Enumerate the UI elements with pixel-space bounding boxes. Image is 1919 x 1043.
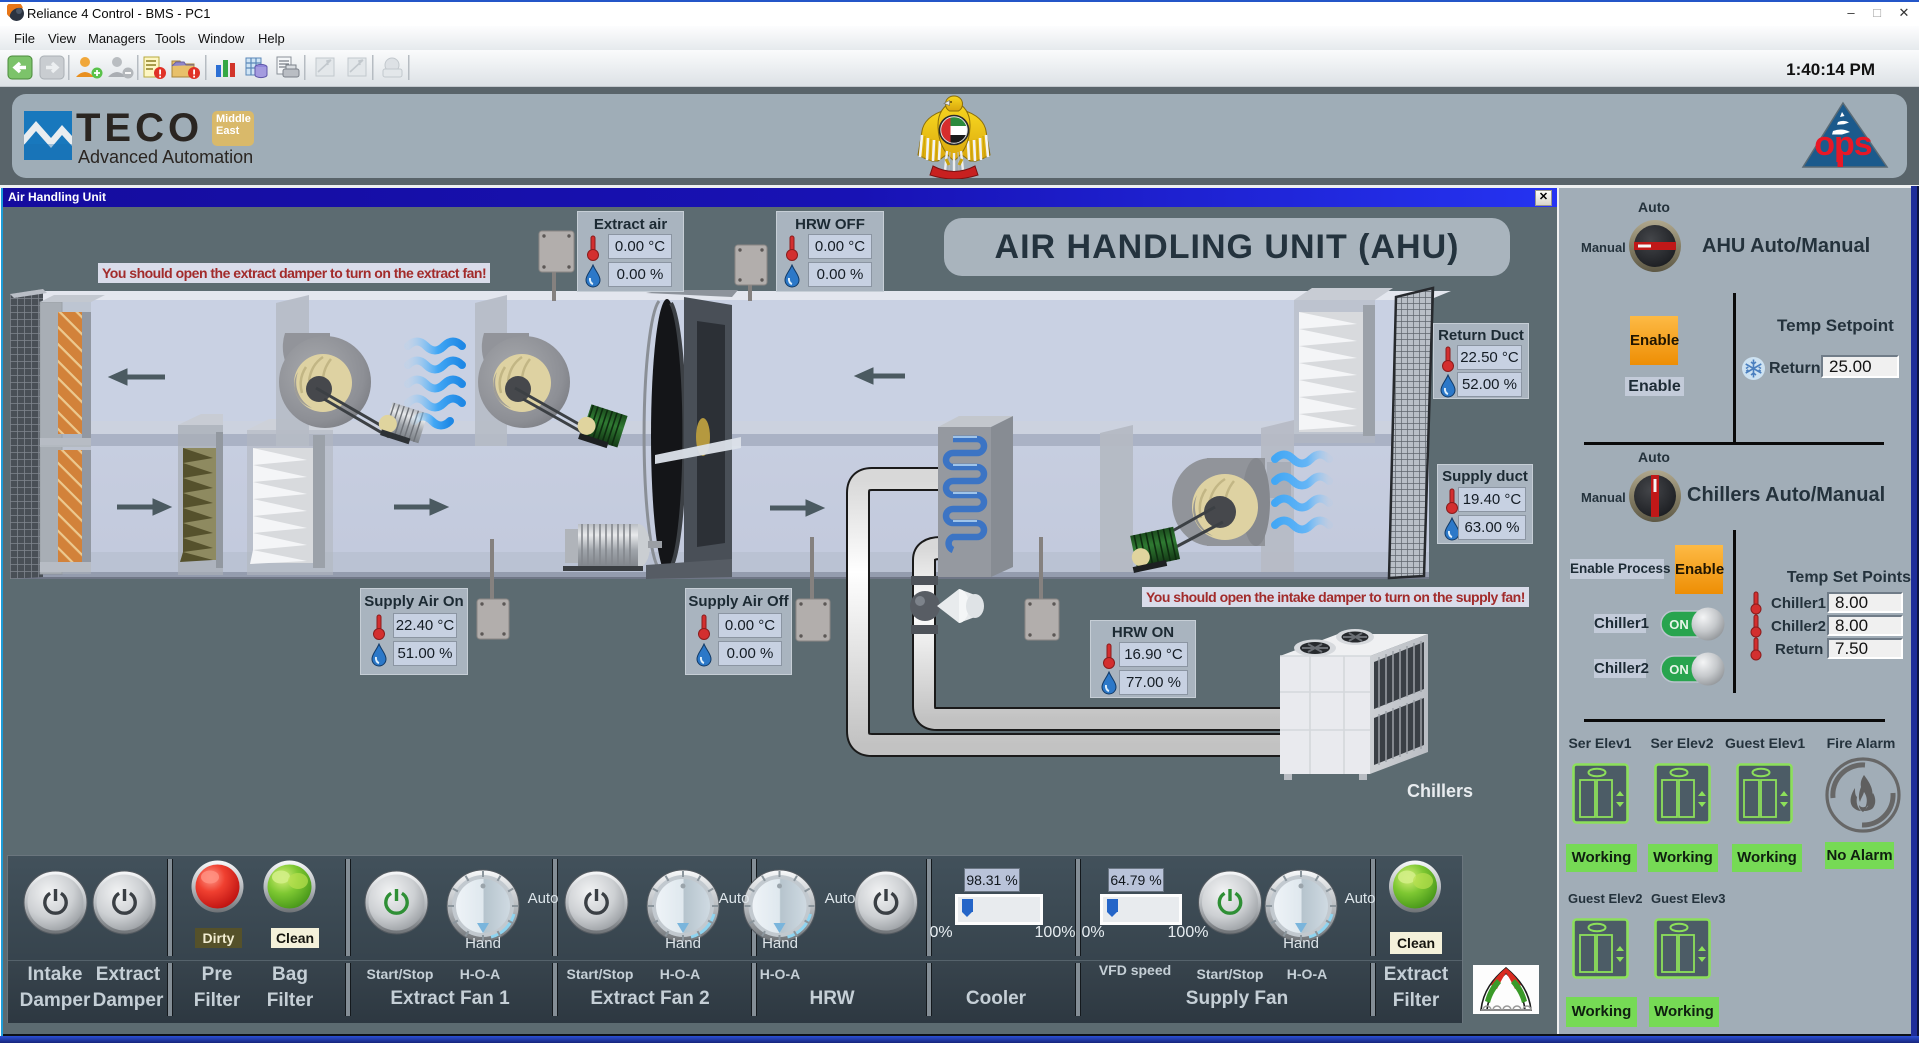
svg-text:ON: ON xyxy=(1669,617,1689,632)
svg-text:ON: ON xyxy=(1669,662,1689,677)
svg-text:Chillers: Chillers xyxy=(1407,781,1473,801)
svg-text:ops: ops xyxy=(1814,125,1872,163)
